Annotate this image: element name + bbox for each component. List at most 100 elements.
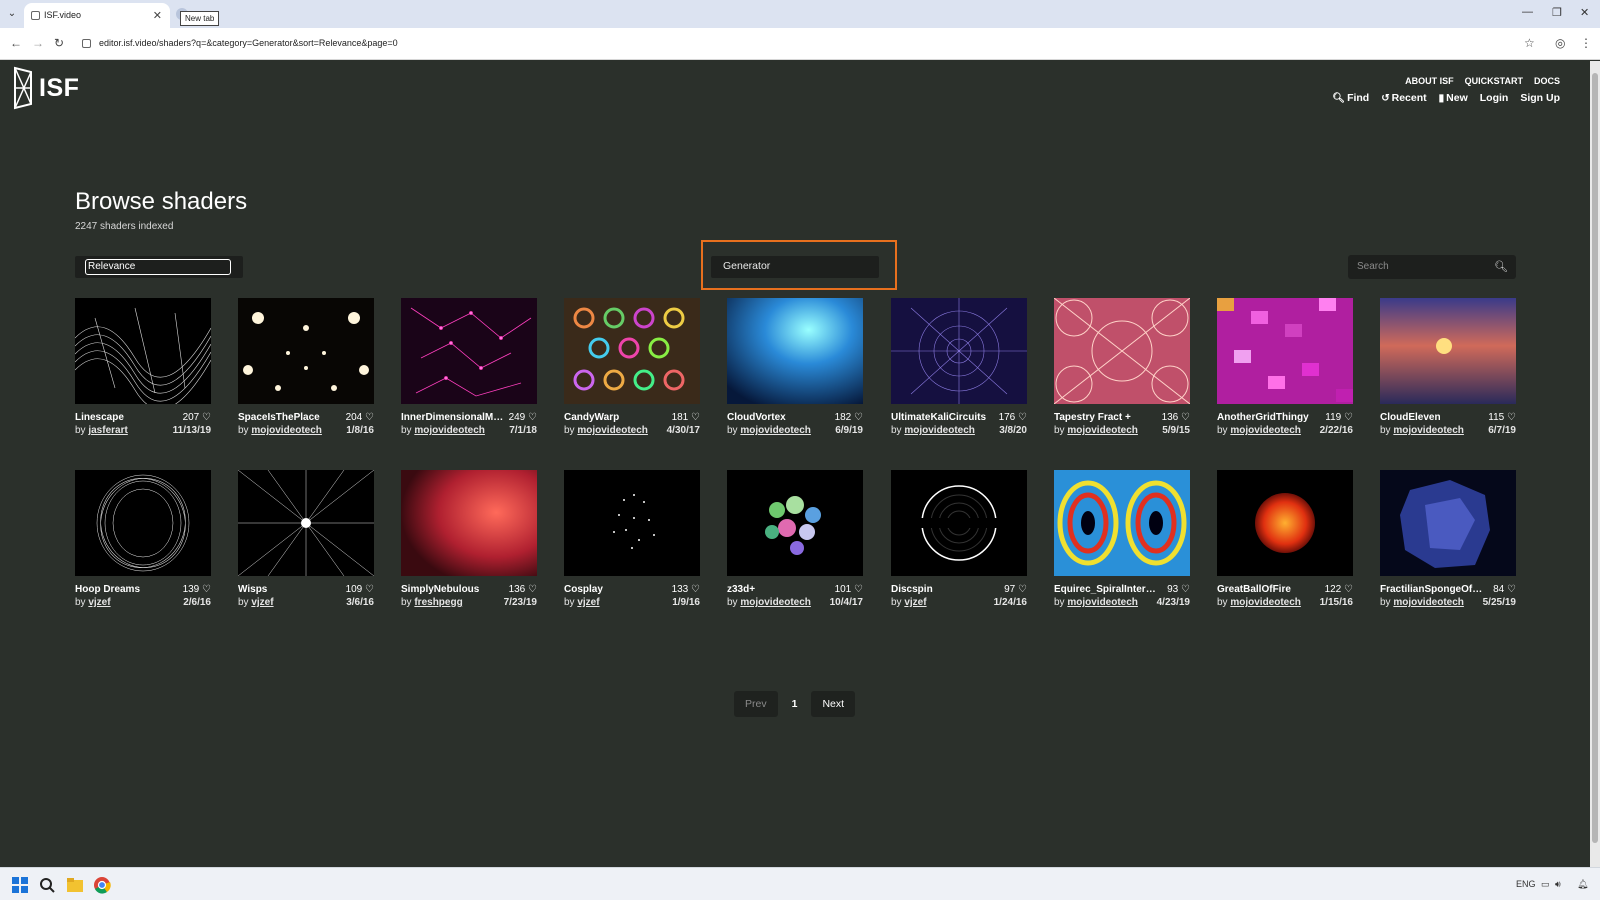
heart-icon[interactable]: ♡ — [1507, 412, 1516, 423]
shader-name[interactable]: Equirec_SpiralInters... — [1054, 584, 1158, 595]
author-link[interactable]: vjzef — [88, 597, 110, 608]
author-link[interactable]: jasferart — [88, 425, 127, 436]
shader-card[interactable]: InnerDimensionalMat... 249 ♡ by mojovideot… — [401, 298, 537, 436]
shader-name[interactable]: z33d+ — [727, 584, 755, 595]
shader-card[interactable]: Cosplay 133 ♡ by vjzef 1/9/16 — [564, 470, 700, 608]
heart-icon[interactable]: ♡ — [1018, 412, 1027, 423]
category-select[interactable]: Generator — [711, 256, 879, 278]
site-info-icon[interactable] — [82, 39, 91, 48]
nav-about[interactable]: ABOUT ISF — [1405, 76, 1454, 86]
isf-logo[interactable]: ISF — [11, 66, 79, 110]
profile-icon[interactable]: ◎ — [1555, 36, 1565, 50]
shader-name[interactable]: Cosplay — [564, 584, 603, 595]
shader-card[interactable]: z33d+ 101 ♡ by mojovideotech 10/4/17 — [727, 470, 863, 608]
search-input[interactable]: Search 🔍︎ — [1348, 255, 1516, 279]
nav-recent[interactable]: ↺ Recent — [1381, 92, 1426, 104]
nav-find[interactable]: 🔍︎ Find — [1332, 92, 1369, 104]
author-link[interactable]: vjzef — [904, 597, 926, 608]
volume-icon[interactable]: 🔊︎ — [1555, 879, 1561, 890]
author-link[interactable]: mojovideotech — [1230, 597, 1301, 608]
shader-name[interactable]: SpaceIsThePlace — [238, 412, 320, 423]
tab-list-icon[interactable]: ⌄ — [4, 6, 20, 22]
shader-name[interactable]: Discspin — [891, 584, 933, 595]
windows-start-icon[interactable] — [11, 876, 29, 894]
shader-thumbnail[interactable] — [75, 298, 211, 404]
close-window-icon[interactable]: ✕ — [1580, 6, 1589, 19]
shader-thumbnail[interactable] — [1217, 470, 1353, 576]
prev-button[interactable]: Prev — [734, 691, 778, 717]
nav-docs[interactable]: DOCS — [1534, 76, 1560, 86]
shader-name[interactable]: GreatBallOfFire — [1217, 584, 1291, 595]
heart-icon[interactable]: ♡ — [1181, 412, 1190, 423]
heart-icon[interactable]: ♡ — [854, 584, 863, 595]
shader-name[interactable]: Linescape — [75, 412, 124, 423]
shader-name[interactable]: FractilianSpongeOfD... — [1380, 584, 1484, 595]
restore-icon[interactable]: ❐ — [1552, 6, 1562, 19]
shader-name[interactable]: Hoop Dreams — [75, 584, 140, 595]
author-link[interactable]: mojovideotech — [577, 425, 648, 436]
shader-name[interactable]: CandyWarp — [564, 412, 619, 423]
heart-icon[interactable]: ♡ — [528, 584, 537, 595]
author-link[interactable]: mojovideotech — [1230, 425, 1301, 436]
url-field[interactable]: editor.isf.video/shaders?q=&category=Gen… — [99, 38, 398, 48]
shader-name[interactable]: InnerDimensionalMat... — [401, 412, 505, 423]
heart-icon[interactable]: ♡ — [365, 584, 374, 595]
author-link[interactable]: mojovideotech — [1393, 425, 1464, 436]
network-icon[interactable]: ▭ — [1541, 879, 1550, 890]
shader-thumbnail[interactable] — [727, 470, 863, 576]
reload-icon[interactable]: ↻ — [54, 36, 64, 50]
language-indicator[interactable]: ENG — [1516, 879, 1536, 889]
heart-icon[interactable]: ♡ — [1181, 584, 1190, 595]
heart-icon[interactable]: ♡ — [1344, 412, 1353, 423]
author-link[interactable]: freshpegg — [414, 597, 462, 608]
shader-card[interactable]: Discspin 97 ♡ by vjzef 1/24/16 — [891, 470, 1027, 608]
heart-icon[interactable]: ♡ — [528, 412, 537, 423]
sort-value[interactable]: Relevance — [85, 259, 231, 275]
shader-name[interactable]: Tapestry Fract + — [1054, 412, 1131, 423]
shader-card[interactable]: Equirec_SpiralInters... 93 ♡ by mojovideot… — [1054, 470, 1190, 608]
shader-card[interactable]: CloudEleven 115 ♡ by mojovideotech 6/7/19 — [1380, 298, 1516, 436]
shader-name[interactable]: UltimateKaliCircuits — [891, 412, 986, 423]
shader-card[interactable]: AnotherGridThingy 119 ♡ by mojovideotech 2/… — [1217, 298, 1353, 436]
page-number[interactable]: 1 — [784, 698, 806, 710]
author-link[interactable]: mojovideotech — [1067, 425, 1138, 436]
author-link[interactable]: mojovideotech — [251, 425, 322, 436]
nav-signup[interactable]: Sign Up — [1520, 92, 1560, 104]
shader-thumbnail[interactable] — [727, 298, 863, 404]
browser-tab[interactable]: ISF.video ✕ — [24, 3, 170, 28]
heart-icon[interactable]: ♡ — [1018, 584, 1027, 595]
heart-icon[interactable]: ♡ — [854, 412, 863, 423]
shader-thumbnail[interactable] — [891, 470, 1027, 576]
shader-card[interactable]: UltimateKaliCircuits 176 ♡ by mojovideotec… — [891, 298, 1027, 436]
scrollbar[interactable] — [1590, 61, 1600, 867]
shader-thumbnail[interactable] — [238, 470, 374, 576]
nav-quickstart[interactable]: QUICKSTART — [1465, 76, 1523, 86]
chrome-icon[interactable] — [93, 876, 111, 894]
next-button[interactable]: Next — [811, 691, 856, 717]
shader-card[interactable]: GreatBallOfFire 122 ♡ by mojovideotech 1/15… — [1217, 470, 1353, 608]
author-link[interactable]: vjzef — [577, 597, 599, 608]
shader-thumbnail[interactable] — [1380, 470, 1516, 576]
sort-select[interactable]: Relevance — [75, 256, 243, 278]
shader-card[interactable]: Hoop Dreams 139 ♡ by vjzef 2/6/16 — [75, 470, 211, 608]
author-link[interactable]: mojovideotech — [740, 425, 811, 436]
heart-icon[interactable]: ♡ — [365, 412, 374, 423]
shader-name[interactable]: CloudEleven — [1380, 412, 1441, 423]
shader-name[interactable]: SimplyNebulous — [401, 584, 479, 595]
shader-thumbnail[interactable] — [1217, 298, 1353, 404]
nav-new[interactable]: ▮ New — [1439, 92, 1468, 104]
author-link[interactable]: mojovideotech — [1393, 597, 1464, 608]
heart-icon[interactable]: ♡ — [1507, 584, 1516, 595]
notification-icon[interactable]: 🔔︎ — [1577, 879, 1588, 890]
shader-thumbnail[interactable] — [1054, 470, 1190, 576]
shader-card[interactable]: SimplyNebulous 136 ♡ by freshpegg 7/23/19 — [401, 470, 537, 608]
shader-thumbnail[interactable] — [75, 470, 211, 576]
heart-icon[interactable]: ♡ — [202, 412, 211, 423]
heart-icon[interactable]: ♡ — [202, 584, 211, 595]
taskbar-search-icon[interactable] — [38, 876, 56, 894]
author-link[interactable]: mojovideotech — [904, 425, 975, 436]
shader-name[interactable]: Wisps — [238, 584, 267, 595]
shader-name[interactable]: CloudVortex — [727, 412, 786, 423]
nav-login[interactable]: Login — [1480, 92, 1509, 104]
shader-thumbnail[interactable] — [238, 298, 374, 404]
